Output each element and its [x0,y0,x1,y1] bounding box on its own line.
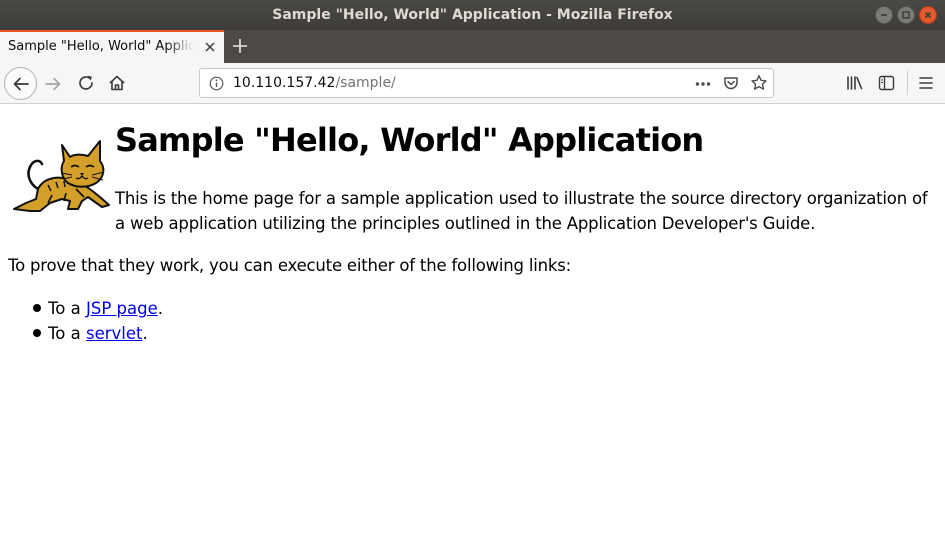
page-content: Sample "Hello, World" Application This i… [0,104,945,541]
window-titlebar: Sample "Hello, World" Application - Mozi… [0,0,945,30]
url-host: 10.110.157.42 [233,75,336,91]
pocket-icon[interactable] [723,75,739,91]
intro-paragraph: This is the home page for a sample appli… [115,189,928,233]
home-button[interactable] [108,74,126,92]
bookmark-star-icon[interactable] [750,74,768,92]
close-icon[interactable] [919,6,937,24]
sidebar-icon[interactable] [878,75,895,91]
site-info-icon[interactable] [209,76,224,91]
url-bar[interactable]: 10.110.157.42/sample/ [199,68,774,98]
prove-paragraph: To prove that they work, you can execute… [8,256,572,275]
tab-close-icon[interactable] [204,41,216,53]
home-icon [109,75,125,91]
list-item: To a JSP page. [33,296,163,321]
toolbar-divider [907,71,908,95]
navigation-toolbar: 10.110.157.42/sample/ [0,63,945,104]
tab-active[interactable]: Sample "Hello, World" Application [0,30,224,63]
tab-title: Sample "Hello, World" Application [8,39,194,54]
list-item-suffix: . [142,324,148,343]
url-path: /sample/ [335,75,396,91]
menu-icon[interactable] [918,76,934,90]
window-controls [875,6,937,24]
new-tab-icon[interactable] [232,38,248,54]
list-item: To a servlet. [33,321,163,346]
list-item-prefix: To a [48,299,86,318]
back-icon [13,77,29,90]
library-icon[interactable] [846,75,864,91]
page-heading: Sample "Hello, World" Application [115,121,704,159]
minimize-icon[interactable] [875,6,893,24]
tomcat-logo [13,140,110,212]
reload-button[interactable] [77,74,95,92]
list-item-prefix: To a [48,324,86,343]
window-title: Sample "Hello, World" Application - Mozi… [272,7,673,23]
forward-icon [45,77,61,91]
page-actions-icon[interactable] [695,81,711,87]
forward-button[interactable] [44,75,62,93]
links-list: To a JSP page. To a servlet. [33,296,163,346]
list-item-suffix: . [157,299,163,318]
servlet-link[interactable]: servlet [86,324,143,343]
tab-strip: Sample "Hello, World" Application [0,30,945,63]
maximize-icon[interactable] [897,6,915,24]
jsp-page-link[interactable]: JSP page [86,299,158,318]
url-text: 10.110.157.42/sample/ [233,69,396,97]
back-button[interactable] [4,67,37,100]
reload-icon [79,75,93,90]
